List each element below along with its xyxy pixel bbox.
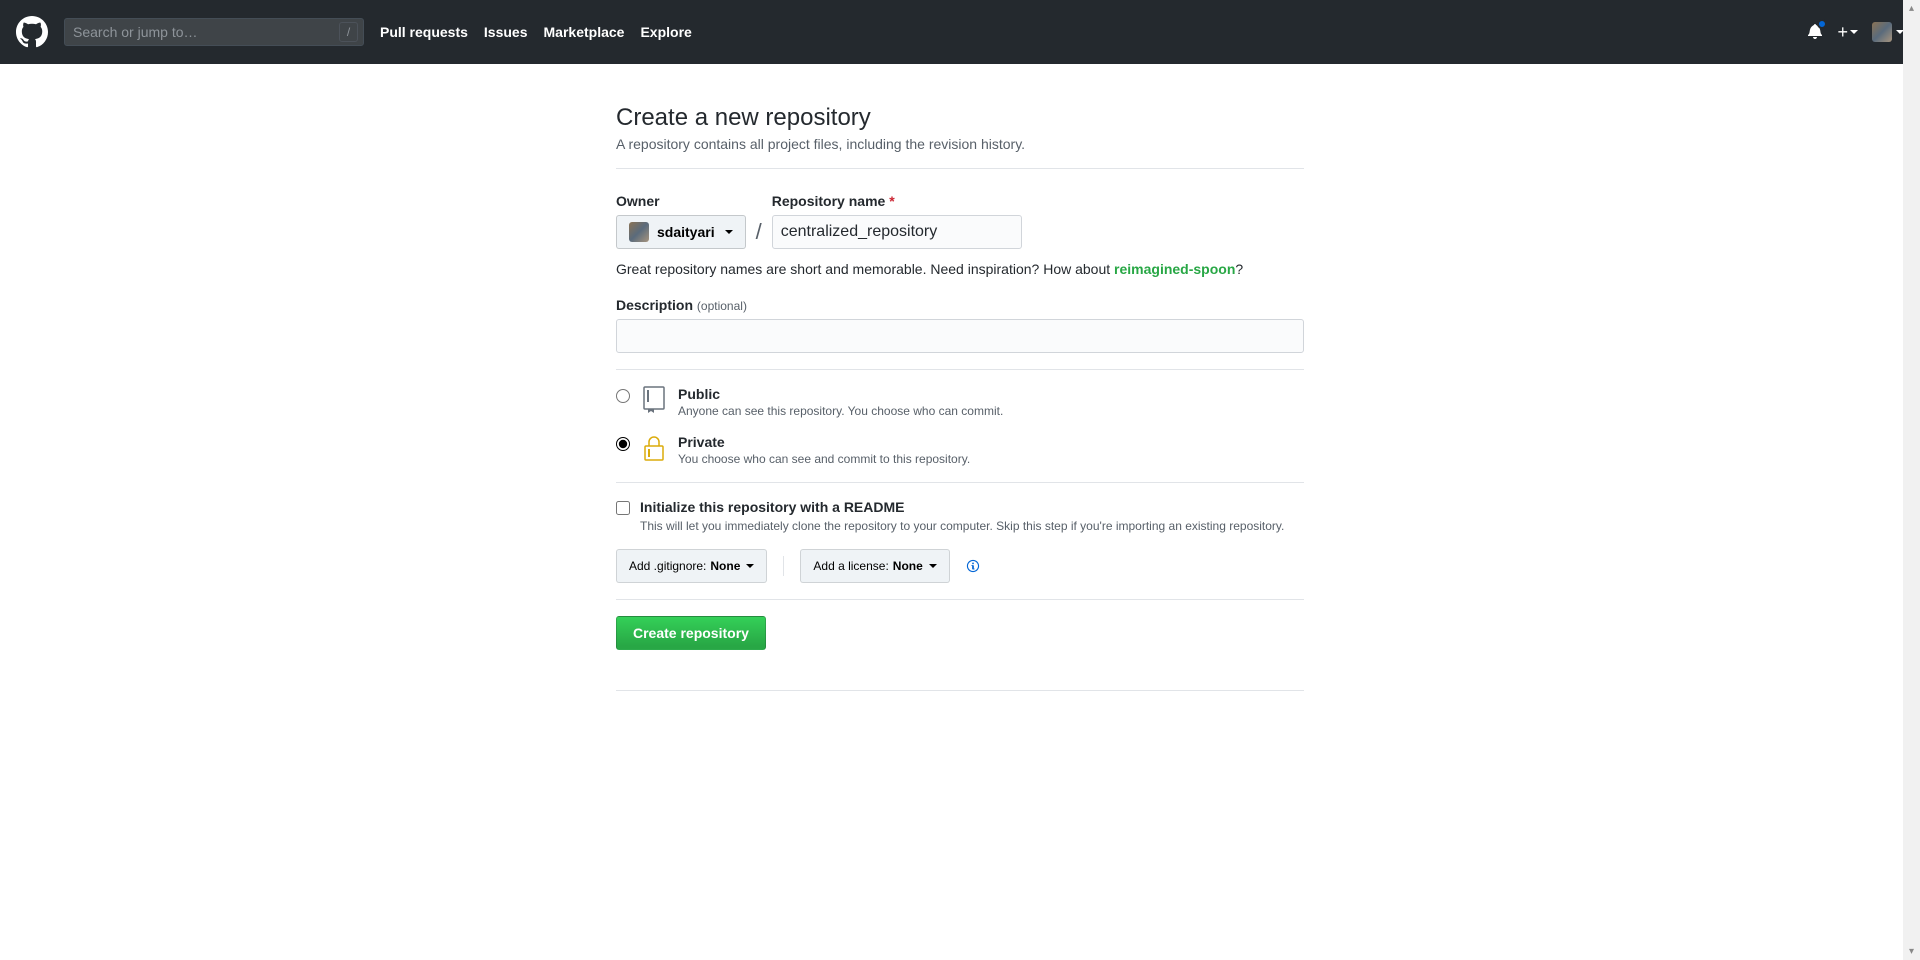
repo-name-label: Repository name * [772, 193, 1022, 209]
required-indicator: * [889, 193, 894, 209]
public-desc: Anyone can see this repository. You choo… [678, 404, 1304, 418]
repo-icon [642, 386, 666, 414]
caret-down-icon [725, 230, 733, 234]
divider [616, 690, 1304, 691]
repo-name-group: Repository name * [772, 193, 1022, 249]
search-shortcut-icon: / [339, 22, 358, 42]
create-menu-button[interactable]: + [1837, 22, 1858, 43]
primary-nav: Pull requests Issues Marketplace Explore [380, 24, 692, 40]
nav-pull-requests[interactable]: Pull requests [380, 24, 468, 40]
owner-label: Owner [616, 193, 746, 209]
readme-desc: This will let you immediately clone the … [640, 519, 1304, 533]
caret-down-icon [1850, 30, 1858, 34]
user-menu-button[interactable] [1872, 22, 1904, 42]
divider [783, 556, 784, 576]
divider [616, 599, 1304, 600]
private-content: Private You choose who can see and commi… [678, 434, 1304, 466]
nav-issues[interactable]: Issues [484, 24, 528, 40]
search-container: / [64, 18, 364, 46]
create-repository-button[interactable]: Create repository [616, 616, 766, 650]
description-label: Description (optional) [616, 297, 747, 313]
page-title: Create a new repository [616, 104, 1304, 132]
search-input[interactable] [64, 18, 364, 46]
main-content: Create a new repository A repository con… [600, 104, 1320, 691]
avatar [1872, 22, 1892, 42]
divider [616, 168, 1304, 169]
nav-marketplace[interactable]: Marketplace [544, 24, 625, 40]
caret-down-icon [929, 564, 937, 568]
lock-icon [642, 434, 666, 462]
path-separator: / [756, 219, 762, 245]
owner-group: Owner sdaityari [616, 193, 746, 249]
extras-row: Add .gitignore: None Add a license: None [616, 549, 1304, 583]
scrollbar[interactable]: ▴ ▾ [1903, 0, 1920, 960]
nav-explore[interactable]: Explore [640, 24, 691, 40]
notification-indicator-icon [1817, 19, 1827, 29]
owner-select-button[interactable]: sdaityari [616, 215, 746, 249]
plus-icon: + [1837, 22, 1848, 43]
scroll-up-icon[interactable]: ▴ [1903, 0, 1920, 17]
private-radio[interactable] [616, 437, 630, 451]
description-group: Description (optional) [616, 297, 1304, 353]
name-suggestion-link[interactable]: reimagined-spoon [1114, 261, 1235, 277]
divider [616, 482, 1304, 483]
readme-label: Initialize this repository with a README [640, 499, 904, 515]
page-subtitle: A repository contains all project files,… [616, 136, 1304, 152]
public-content: Public Anyone can see this repository. Y… [678, 386, 1304, 418]
divider [616, 369, 1304, 370]
owner-name: sdaityari [657, 224, 715, 240]
caret-down-icon [746, 564, 754, 568]
avatar [629, 222, 649, 242]
public-title: Public [678, 386, 1304, 402]
global-header: / Pull requests Issues Marketplace Explo… [0, 0, 1920, 64]
github-logo-icon[interactable] [16, 16, 48, 48]
readme-row: Initialize this repository with a README [616, 499, 1304, 515]
owner-repo-row: Owner sdaityari / Repository name * [616, 193, 1304, 249]
header-actions: + [1807, 22, 1904, 43]
private-desc: You choose who can see and commit to thi… [678, 452, 1304, 466]
visibility-private-option: Private You choose who can see and commi… [616, 434, 1304, 466]
info-icon[interactable] [966, 559, 980, 573]
scroll-down-icon[interactable]: ▾ [1903, 943, 1920, 960]
notifications-button[interactable] [1807, 23, 1823, 42]
public-radio[interactable] [616, 389, 630, 403]
readme-checkbox[interactable] [616, 501, 630, 515]
description-input[interactable] [616, 319, 1304, 353]
gitignore-select-button[interactable]: Add .gitignore: None [616, 549, 767, 583]
repo-name-input[interactable] [772, 215, 1022, 249]
name-hint: Great repository names are short and mem… [616, 261, 1304, 277]
visibility-public-option: Public Anyone can see this repository. Y… [616, 386, 1304, 418]
private-title: Private [678, 434, 1304, 450]
license-select-button[interactable]: Add a license: None [800, 549, 949, 583]
